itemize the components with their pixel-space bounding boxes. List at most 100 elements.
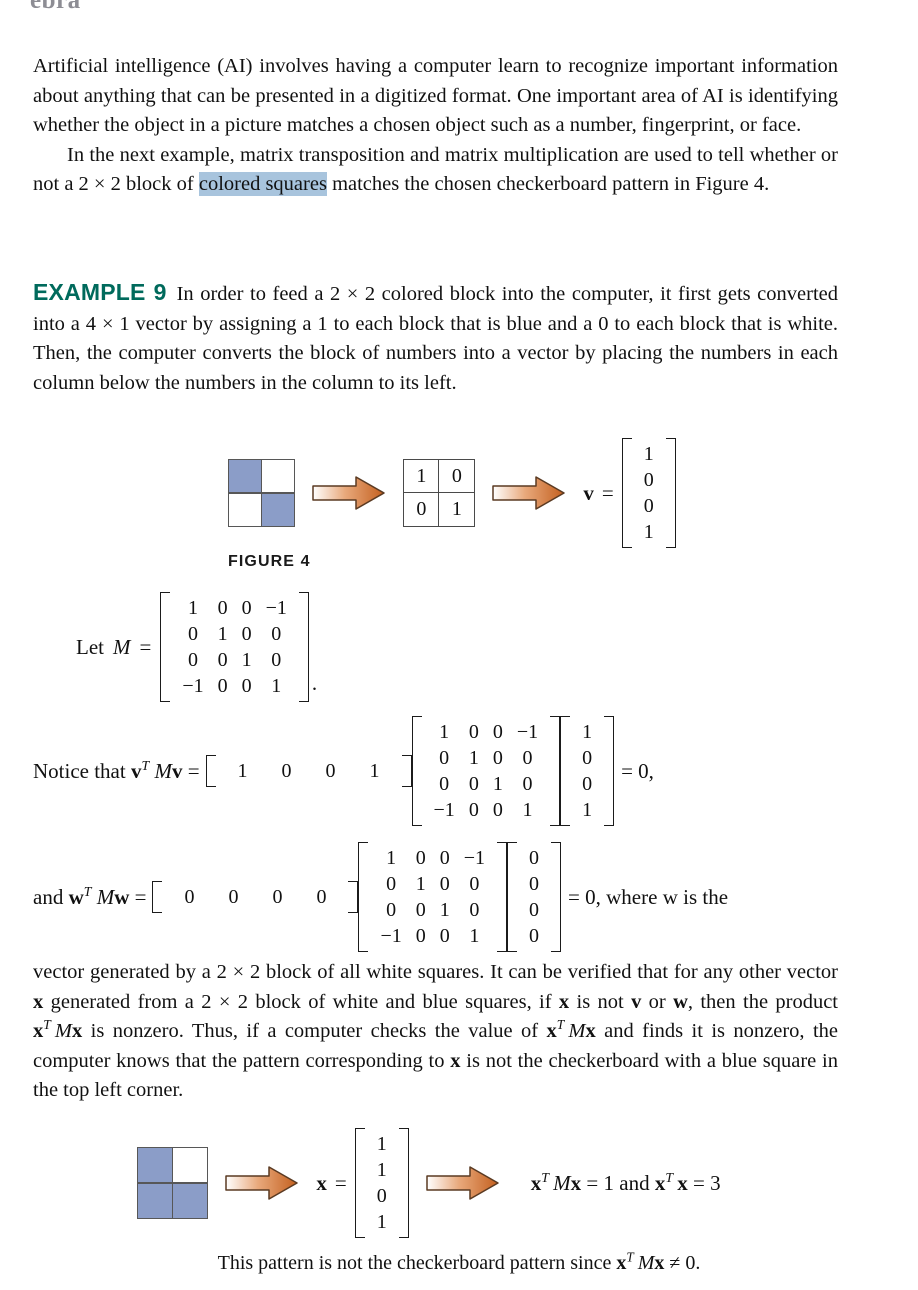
col-vector-v-values: 1 0 0 1 [570,716,604,826]
matrix-m-symbol: M [112,634,131,659]
equation-w-result: = 0, where w is the [568,884,729,909]
document-page: ebra Artificial intelligence (AI) involv… [0,0,918,1290]
wm-3-1: 0 [415,925,426,947]
bracket-right [551,842,562,952]
bracket-right [665,438,676,548]
numgrid-cell-1: 0 [439,460,475,493]
bracket-left [358,842,369,952]
vcol-0: 1 [582,721,593,743]
let-m-definition: Let M = 1 0 0 −1 0 1 0 0 0 0 1 0 −1 0 0 … [76,592,317,702]
equation-v-result: = 0, [621,758,654,783]
m-cell-3-3: 1 [271,675,282,697]
paragraph-after-equations-wrap: vector generated by a 2 × 2 block of all… [33,958,838,1106]
bracket-right [398,1128,409,1238]
m-cell-0-0: 1 [187,597,198,619]
block-cell-bottom-left [138,1183,172,1218]
v-value-3: 1 [643,521,654,543]
right-arrow-icon-2 [492,476,566,510]
ae-part5: , then the product [687,990,839,1013]
note-expr: xT Mx [616,1249,665,1274]
number-grid-figure4: 1 0 0 1 [403,459,476,527]
equation-v-lead: Notice that vT Mv = [33,757,200,783]
paragraph-ai-intro: Artificial intelligence (AI) involves ha… [33,55,838,136]
bracket-right [604,716,615,826]
bracket-right [298,592,309,702]
m-cell-2-0: 0 [187,649,198,671]
vm-0-3: −1 [516,721,539,743]
wm-0-1: 0 [415,847,426,869]
x-value-3: 1 [376,1211,387,1233]
vm-0-0: 1 [439,721,450,743]
vm-0-2: 0 [492,721,503,743]
vcol-2: 0 [582,773,593,795]
wrow-1: 0 [228,886,239,908]
row-vector-w-values: 0 0 0 0 [162,881,348,913]
vrow-0: 1 [237,760,248,782]
let-m-period: . [311,671,318,695]
ae-part6: is nonzero. Thus, if a computer checks t… [82,1020,547,1042]
wrow-3: 0 [316,886,327,908]
note-post: ≠ 0. [664,1252,701,1274]
vector-x-equals: = [334,1170,347,1195]
ae-x1: x [33,990,44,1013]
col-vector-w-values: 0 0 0 0 [517,842,551,952]
bracket-left [621,438,632,548]
bracket-right [550,716,561,826]
wm-2-2: 1 [439,899,450,921]
bracket-left [354,1128,365,1238]
figure-4: 1 0 0 1 v = 1 0 0 1 FIGURE 4 [0,418,918,578]
bracket-left [411,716,422,826]
checkerboard-block-bottom [137,1147,209,1219]
col-vector-v-bracket: 1 0 0 1 [560,716,615,826]
m-cell-1-1: 1 [217,623,228,645]
let-m-equals: = [139,634,152,659]
wm-1-0: 0 [386,873,397,895]
wm-3-3: 1 [469,925,480,947]
row-vector-v-bracket: 1 0 0 1 [205,755,412,787]
matrix-m-values-w: 1 0 0 −1 0 1 0 0 0 0 1 0 −1 0 0 1 [368,842,497,952]
wm-1-2: 0 [439,873,450,895]
col-vector-w-bracket: 0 0 0 0 [507,842,562,952]
numgrid-cell-3: 1 [451,498,462,520]
m-cell-2-3: 0 [271,649,282,671]
block-cell-top-right [262,460,295,493]
wm-1-1: 1 [415,873,426,895]
bracket-left [507,842,518,952]
let-label: Let [76,634,104,659]
ae-x3: x [450,1049,461,1072]
bracket-left [160,592,171,702]
vector-x-values: 1 1 0 1 [365,1128,399,1238]
running-head: ebra [30,0,81,14]
m-cell-1-3: 0 [271,623,282,645]
vector-v-equals: = [601,480,614,505]
vcol-1: 0 [582,747,593,769]
figure-4-caption: FIGURE 4 [228,553,311,570]
checkerboard-block-figure4 [228,459,296,527]
ae-part4: or [641,990,674,1013]
vrow-1: 0 [281,760,292,782]
m-cell-2-2: 1 [241,649,252,671]
block-cell-bottom-right [173,1183,208,1218]
ae-part1: vector generated by a 2 × 2 block of all… [33,961,838,983]
v-value-2: 0 [643,495,654,517]
example-label: EXAMPLE 9 [33,279,167,305]
m-cell-3-1: 0 [217,675,228,697]
vrow-2: 0 [325,760,336,782]
vm-1-0: 0 [439,747,450,769]
m-cell-0-1: 0 [217,597,228,619]
wm-2-3: 0 [469,899,480,921]
wm-2-0: 0 [386,899,397,921]
paragraph-next-example: In the next example, matrix transpositio… [33,141,838,200]
vm-1-1: 1 [468,747,479,769]
m-cell-0-2: 0 [241,597,252,619]
x-value-0: 1 [376,1133,387,1155]
wm-1-3: 0 [469,873,480,895]
v-value-1: 0 [643,469,654,491]
m-cell-1-2: 0 [241,623,252,645]
vm-3-1: 0 [468,799,479,821]
matrix-m-bracket-v: 1 0 0 −1 0 1 0 0 0 0 1 0 −1 0 0 1 [411,716,561,826]
row-vector-v-values: 1 0 0 1 [216,755,402,787]
ae-expr1: xT Mx [33,1017,83,1042]
wcol-1: 0 [529,873,540,895]
numgrid-cell-2: 0 [404,493,440,526]
